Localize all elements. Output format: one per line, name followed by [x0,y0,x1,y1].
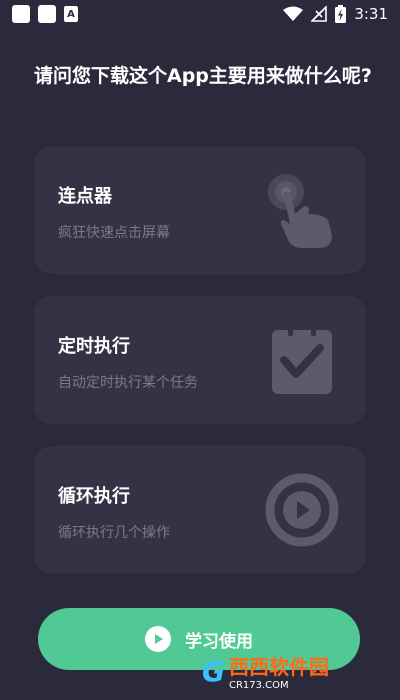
status-bar: A 3:31 [0,0,400,28]
option-card-auto-clicker[interactable]: 连点器 疯狂快速点击屏幕 [34,146,366,274]
signal-icon [311,6,328,22]
notification-square-icon [12,5,30,23]
watermark-logo: G 西西软件园 CR173.COM [202,648,392,694]
option-card-scheduled[interactable]: 定时执行 自动定时执行某个任务 [34,296,366,424]
watermark-mark: G [202,654,225,688]
a-badge-icon: A [64,6,78,22]
status-right-icons: 3:31 [283,5,388,23]
notification-square-icon [38,5,56,23]
tap-hand-icon [268,174,332,248]
page-title: 请问您下载这个App主要用来做什么呢? [34,65,372,87]
status-left-icons: A [12,5,78,23]
option-card-loop[interactable]: 循环执行 循环执行几个操作 [34,446,366,574]
watermark-name: 西西软件园 [228,655,329,679]
option-subtitle: 循环执行几个操作 [58,525,170,541]
option-subtitle: 疯狂快速点击屏幕 [58,225,170,241]
option-title: 定时执行 [58,336,130,357]
play-icon [145,626,171,652]
option-subtitle: 自动定时执行某个任务 [58,375,198,391]
option-title: 循环执行 [58,486,130,507]
play-circle-icon [265,473,339,547]
wifi-icon [283,6,304,21]
clock: 3:31 [354,5,388,23]
battery-icon [335,5,347,23]
option-title: 连点器 [58,186,112,207]
clipboard-check-icon [272,326,332,394]
watermark-url: CR173.COM [228,680,289,691]
